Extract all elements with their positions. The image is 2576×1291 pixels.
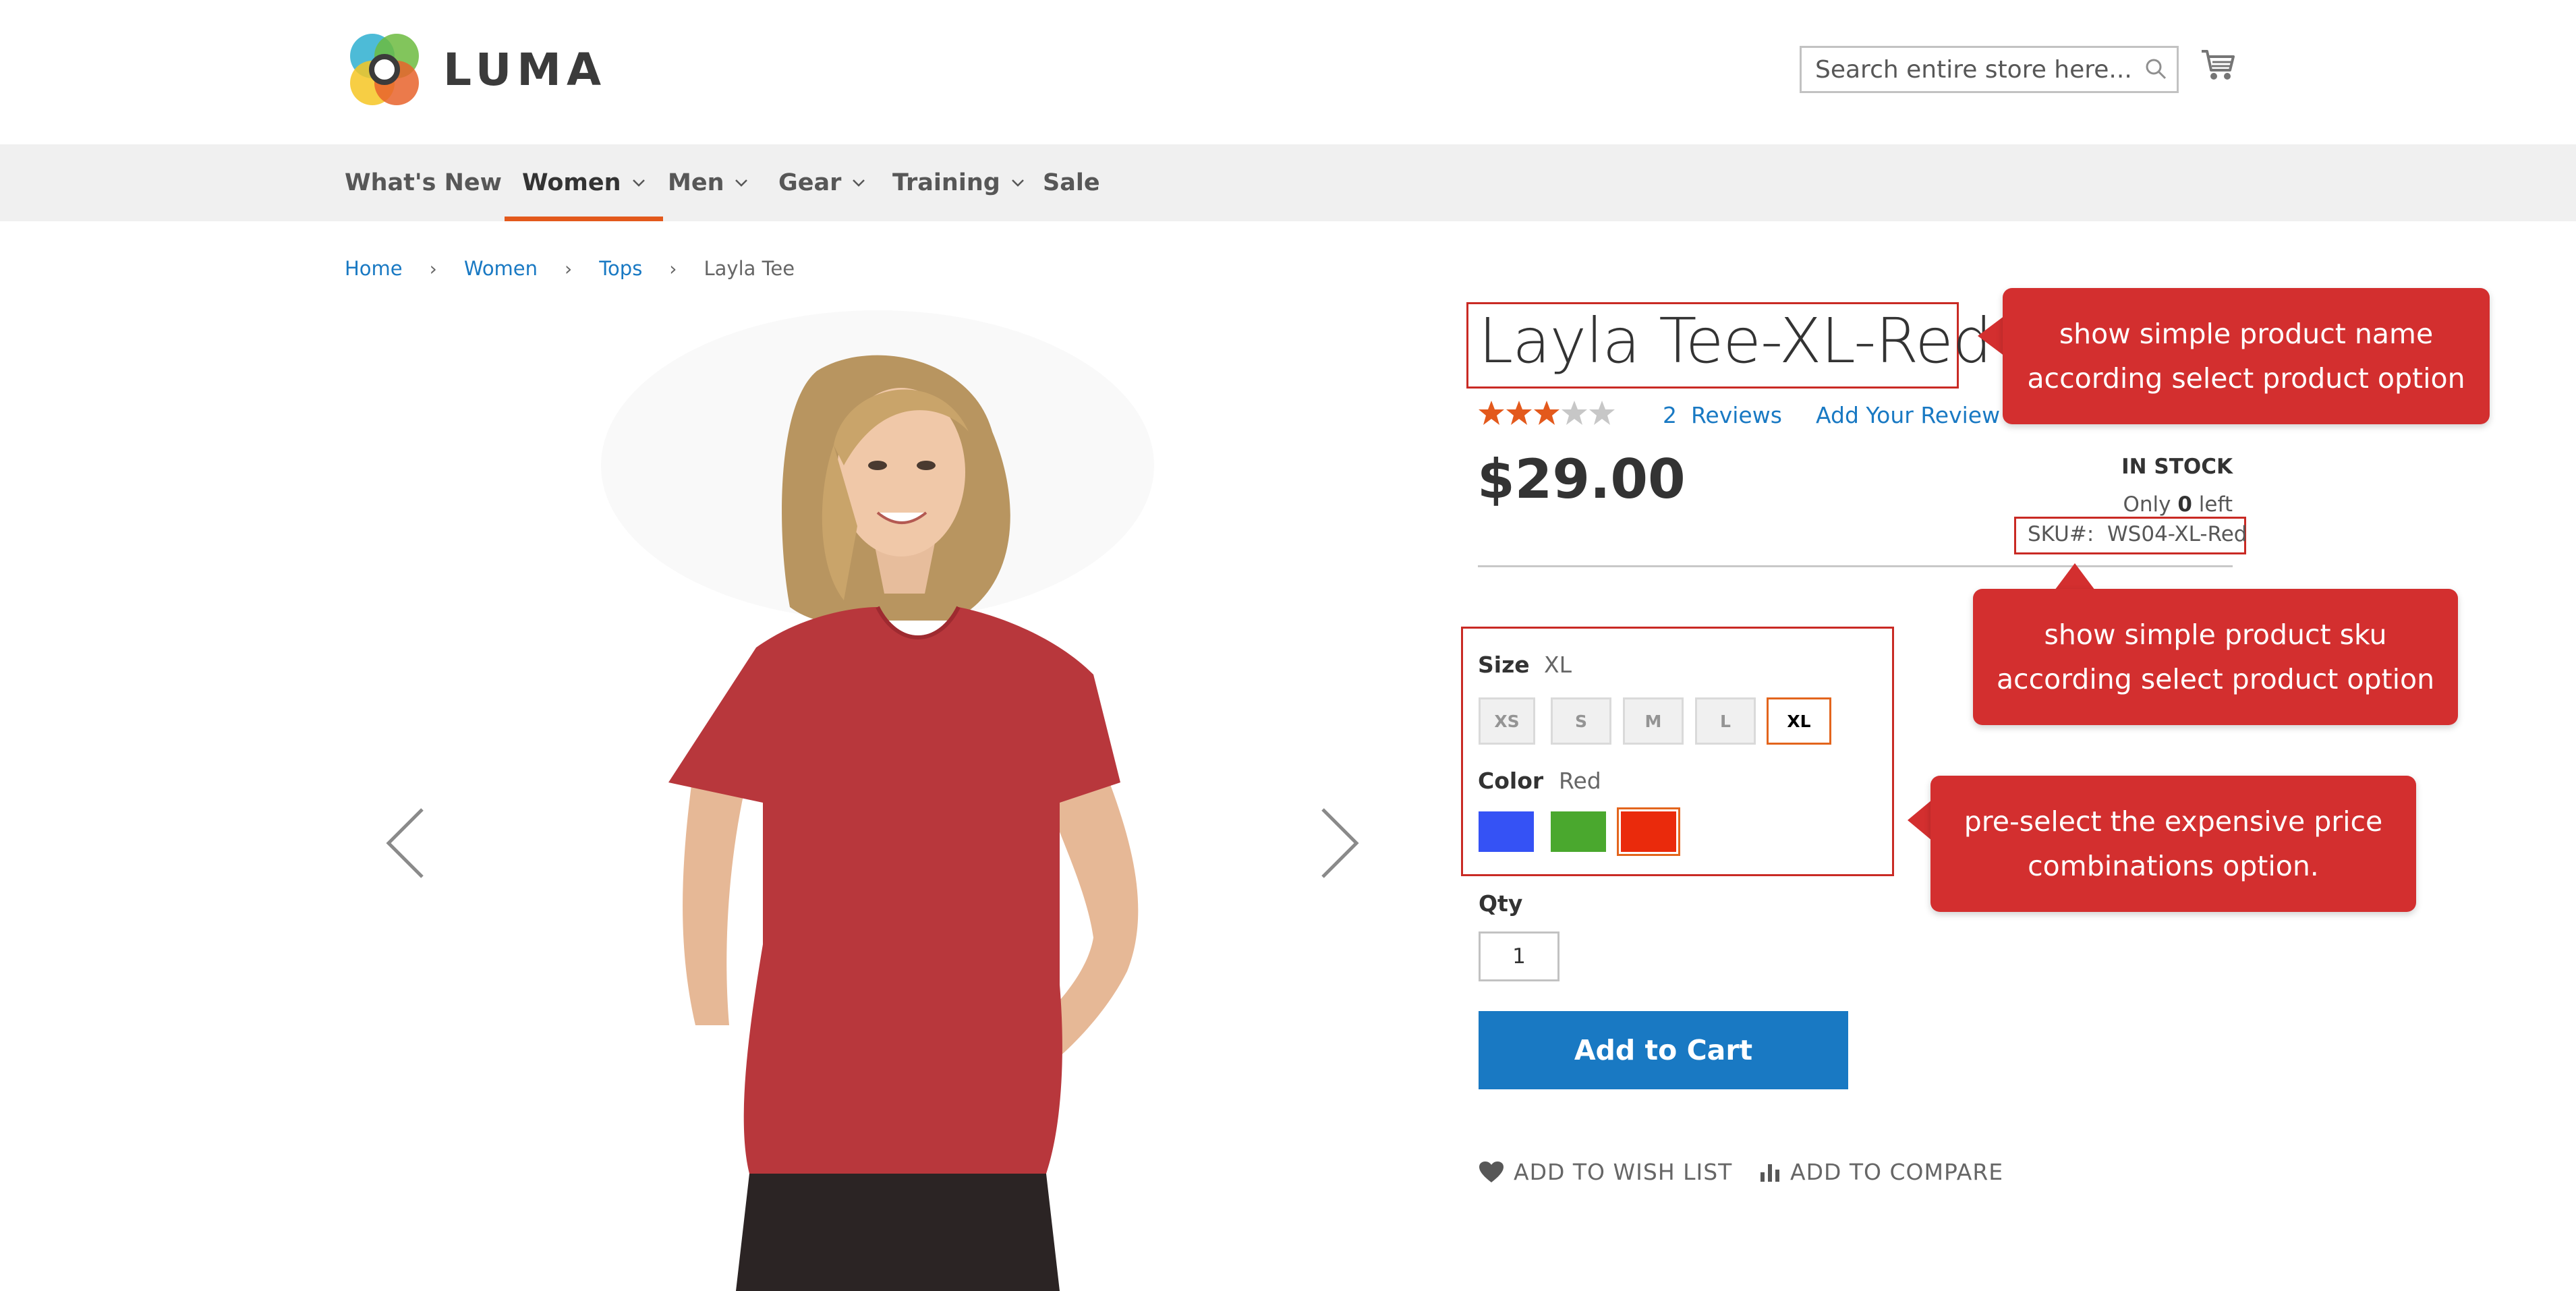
reviews-label: Reviews [1690, 402, 1782, 428]
heart-icon [1479, 1161, 1504, 1182]
breadcrumb-separator-icon: › [429, 257, 437, 280]
size-swatch-m[interactable]: M [1623, 697, 1684, 745]
nav-item-women[interactable]: Women [505, 144, 662, 221]
size-swatch-l[interactable]: L [1695, 697, 1756, 745]
star-filled-icon [1506, 401, 1532, 425]
product-image [601, 310, 1154, 1291]
reviews-count: 2 [1663, 402, 1677, 428]
breadcrumb-home[interactable]: Home [345, 257, 403, 280]
nav-item-label: Gear [778, 169, 842, 196]
product-gallery [345, 310, 1397, 1291]
star-filled-icon [1479, 401, 1504, 425]
product-sku: SKU#: WS04-XL-Red [2028, 522, 2247, 546]
callout-pointer-icon [1978, 316, 2005, 356]
nav-item-sale[interactable]: Sale [1043, 144, 1100, 221]
qty-label: Qty [1479, 890, 1523, 917]
next-image-arrow-icon[interactable] [1316, 806, 1363, 880]
nav-item-men[interactable]: Men [668, 144, 748, 221]
size-swatch-label: XL [1787, 711, 1811, 731]
color-swatch-green[interactable] [1551, 811, 1606, 852]
size-swatch-xl[interactable]: XL [1767, 697, 1831, 745]
size-swatch-s[interactable]: S [1551, 697, 1611, 745]
breadcrumb-tops[interactable]: Tops [599, 257, 642, 280]
sku-label: SKU#: [2028, 522, 2094, 546]
divider [1478, 565, 2233, 567]
only-suffix: left [2198, 492, 2233, 517]
only-count: 0 [2177, 492, 2192, 517]
size-swatch-label: M [1644, 711, 1662, 731]
size-swatch-label: L [1720, 711, 1731, 731]
reviews-link[interactable]: 2 Reviews [1663, 402, 1782, 428]
product-price: $29.00 [1477, 448, 1686, 511]
main-navigation: What's New Women Men Gear Training Sale [0, 144, 2576, 221]
breadcrumb: Home › Women › Tops › Layla Tee [345, 255, 795, 282]
page-header: LUMA [0, 0, 2576, 144]
search-box [1800, 46, 2179, 93]
nav-item-label: What's New [345, 169, 502, 196]
add-to-wishlist-label: ADD TO WISH LIST [1514, 1159, 1733, 1185]
callout-preselect-option: pre-select the expensive price combinati… [1930, 776, 2416, 912]
stock-quantity: Only 0 left [2123, 492, 2233, 517]
add-to-compare-label: ADD TO COMPARE [1790, 1159, 2004, 1185]
stock-status: IN STOCK [2121, 455, 2233, 479]
luma-logo-icon [345, 31, 424, 108]
nav-item-label: Men [668, 169, 724, 196]
only-prefix: Only [2123, 492, 2171, 517]
rating-stars [1478, 399, 1616, 426]
previous-image-arrow-icon[interactable] [382, 806, 429, 880]
nav-item-label: Women [522, 169, 621, 196]
add-to-compare-link[interactable]: ADD TO COMPARE [1759, 1159, 2003, 1185]
nav-item-label: Training [892, 169, 1000, 196]
logo-text: LUMA [443, 43, 607, 96]
nav-item-label: Sale [1043, 169, 1100, 196]
chevron-down-icon [735, 179, 748, 187]
search-icon[interactable] [2136, 49, 2177, 90]
product-title: Layla Tee-XL-Red [1479, 305, 1992, 377]
callout-product-name: show simple product name according selec… [2003, 288, 2490, 424]
breadcrumb-separator-icon: › [565, 257, 573, 280]
compare-bars-icon [1761, 1164, 1779, 1182]
size-selected-value: XL [1544, 652, 1572, 678]
add-to-cart-button[interactable]: Add to Cart [1479, 1011, 1848, 1089]
chevron-down-icon [1011, 179, 1024, 187]
size-swatch-label: S [1574, 711, 1587, 731]
nav-item-whats-new[interactable]: What's New [345, 144, 502, 221]
sku-value: WS04-XL-Red [2107, 522, 2248, 546]
chevron-down-icon [853, 179, 865, 187]
star-filled-icon [1534, 401, 1559, 425]
color-swatch-blue[interactable] [1479, 811, 1534, 852]
breadcrumb-women[interactable]: Women [464, 257, 538, 280]
add-to-wishlist-link[interactable]: ADD TO WISH LIST [1479, 1159, 1732, 1185]
breadcrumb-separator-icon: › [669, 257, 677, 280]
color-swatch-red[interactable] [1617, 807, 1680, 856]
color-selected-value: Red [1559, 768, 1601, 794]
callout-pointer-icon [1908, 800, 1932, 840]
star-empty-icon [1589, 401, 1615, 425]
shopping-cart-icon[interactable] [2200, 47, 2235, 82]
size-swatch-label: XS [1494, 711, 1520, 731]
nav-item-gear[interactable]: Gear [778, 144, 865, 221]
luma-logo[interactable]: LUMA [345, 31, 606, 108]
add-review-link[interactable]: Add Your Review [1816, 402, 2000, 428]
size-label: Size [1478, 652, 1530, 678]
star-empty-icon [1562, 401, 1587, 425]
qty-input[interactable] [1479, 931, 1559, 981]
color-label: Color [1478, 768, 1544, 794]
callout-pointer-icon [2055, 563, 2095, 590]
chevron-down-icon [632, 179, 645, 187]
search-input[interactable] [1802, 48, 2136, 91]
nav-item-training[interactable]: Training [892, 144, 1025, 221]
size-swatch-xs[interactable]: XS [1479, 697, 1535, 745]
callout-product-sku: show simple product sku according select… [1973, 589, 2458, 725]
breadcrumb-current: Layla Tee [704, 257, 795, 280]
